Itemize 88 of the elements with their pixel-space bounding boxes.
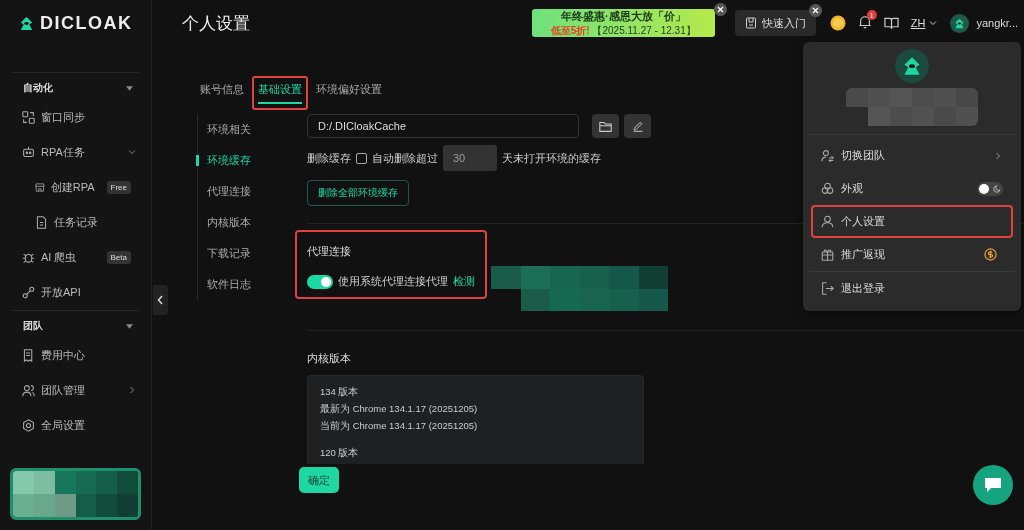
coin-icon[interactable] (829, 15, 846, 31)
sidebar-item[interactable]: 团队管理 (41, 383, 85, 398)
switch-user-icon (821, 149, 834, 162)
field-label: 删除缓存 (307, 150, 351, 166)
sidebar-item[interactable]: 窗口同步 (41, 110, 85, 125)
store-icon (35, 181, 45, 194)
section-heading: 代理连接 (307, 244, 352, 259)
cache-path-field[interactable]: D:/.DICloakCache (307, 114, 579, 138)
tab[interactable]: 环境偏好设置 (310, 76, 388, 110)
menu-item[interactable]: 个人设置 (841, 214, 885, 229)
logout-icon (821, 282, 834, 295)
avatar[interactable] (950, 13, 970, 33)
badge: Free (106, 181, 131, 194)
bug-icon (22, 251, 35, 264)
sidebar-item[interactable]: 费用中心 (41, 348, 85, 363)
field-label: 天未打开环境的缓存 (502, 150, 601, 166)
logo-text: DICLOAK (40, 12, 133, 34)
sidebar-item[interactable]: 创建RPA (50, 180, 95, 195)
tab[interactable]: 基础设置 (252, 76, 308, 110)
checkbox[interactable] (356, 152, 367, 164)
section-heading: 内核版本 (307, 352, 351, 364)
users-icon (22, 384, 35, 397)
toggle-label: 使用系统代理连接代理 (338, 274, 448, 289)
nav-item[interactable]: 下载记录 (198, 238, 298, 269)
bell-icon[interactable] (857, 15, 872, 29)
user-name[interactable]: yangkr... (976, 17, 1018, 29)
menu-item[interactable]: 退出登录 (841, 281, 885, 296)
logo-icon (902, 56, 922, 76)
version-text: 当前为 Chrome 134.1.17 (20251205) (320, 420, 479, 433)
folder-icon (599, 119, 612, 133)
gear-icon (22, 419, 35, 432)
moon-icon (992, 184, 1000, 193)
folder-button[interactable] (592, 114, 619, 138)
language-selector[interactable]: ZH (910, 17, 926, 29)
confirm-button[interactable]: 确定 (299, 467, 339, 493)
nav-item[interactable]: 内核版本 (198, 207, 298, 238)
menu-item[interactable]: 推广返现 (841, 247, 885, 262)
quick-start-button[interactable]: 快速入门 (734, 10, 816, 36)
sidebar-item[interactable]: 任务记录 (54, 215, 98, 230)
nav-item[interactable]: 软件日志 (198, 269, 298, 300)
chat-bubble-icon (984, 477, 1002, 493)
document-icon (35, 216, 48, 229)
version-heading: 120 版本 (320, 447, 360, 460)
page-title: 个人设置 (182, 12, 251, 35)
logo-icon (954, 17, 966, 29)
badge: Beta (106, 251, 131, 264)
checkbox-label: 自动删除超过 (372, 150, 438, 166)
circles-icon (821, 182, 834, 195)
collapse-button[interactable] (153, 285, 168, 315)
menu-item[interactable]: 外观 (841, 181, 863, 196)
version-text: 最新为 Chrome 134.1.17 (20251205) (320, 403, 479, 416)
robot-icon (22, 146, 35, 159)
nav-item[interactable]: 代理连接 (198, 176, 298, 207)
book-icon[interactable] (883, 16, 899, 30)
edit-button[interactable] (624, 114, 651, 138)
user-icon (821, 215, 834, 228)
promo-banner[interactable]: 年终盛惠·感恩大放「价」 低至5折! 【2025.11.27 - 12.31】 (531, 9, 715, 37)
logo-icon (19, 15, 34, 31)
version-heading: 134 版本 (320, 386, 360, 399)
nav-item[interactable]: 环境相关 (198, 114, 298, 145)
section-title: 团队 (23, 319, 43, 333)
nav-item[interactable]: 环境缓存 (198, 145, 298, 176)
receipt-icon (22, 349, 35, 362)
toggle-switch[interactable] (307, 274, 333, 289)
delete-all-cache-button[interactable]: 删除全部环境缓存 (307, 180, 409, 206)
chevron-down-icon (928, 18, 939, 28)
chat-button[interactable] (973, 465, 1013, 505)
section-title: 自动化 (23, 81, 53, 95)
tab[interactable]: 账号信息 (194, 76, 250, 110)
sidebar-item[interactable]: 开放API (41, 285, 81, 300)
theme-switch[interactable] (977, 181, 1003, 196)
menu-item[interactable]: 切换团队 (841, 148, 885, 163)
pencil-icon (631, 120, 644, 132)
sidebar-item[interactable]: AI 爬虫 (41, 250, 77, 265)
sync-windows-icon (22, 111, 35, 124)
dollar-coin-icon (984, 248, 997, 261)
close-icon[interactable] (713, 3, 727, 16)
chevron-right-icon (127, 384, 137, 395)
sidebar-item[interactable]: 全局设置 (41, 418, 85, 433)
sidebar-item[interactable]: RPA任务 (41, 145, 85, 160)
chevron-right-icon (993, 150, 1003, 161)
days-field[interactable]: 30 (443, 145, 497, 171)
chevron-left-icon (157, 295, 164, 305)
link-icon (22, 286, 35, 299)
check-link[interactable]: 检测 (453, 274, 475, 289)
caret-down-icon (126, 323, 133, 329)
gift-icon (821, 248, 834, 261)
caret-down-icon (126, 85, 133, 91)
